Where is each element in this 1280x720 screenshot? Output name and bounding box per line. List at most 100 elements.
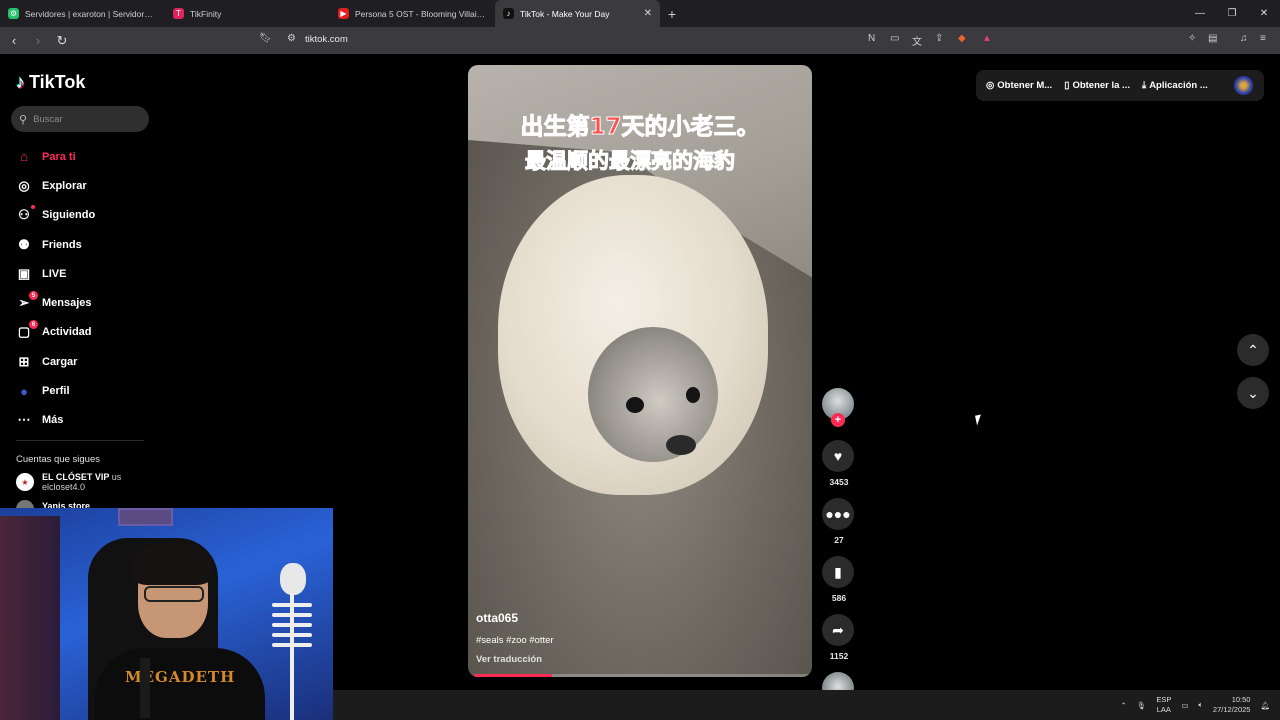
- activity-icon: ▢ 6: [16, 320, 38, 340]
- extensions-icon[interactable]: ✧: [1188, 33, 1196, 44]
- new-tab-button[interactable]: +: [660, 0, 684, 27]
- sidebar-toggle-icon[interactable]: ▤: [1208, 33, 1217, 44]
- nav-item-mas[interactable]: ⋯ Más: [16, 406, 95, 435]
- browser-tab-0[interactable]: ⚙ Servidores | exaroton | Servidores de: [0, 0, 165, 27]
- follow-plus-icon[interactable]: +: [831, 413, 845, 427]
- following-accounts-header: Cuentas que sigues: [16, 454, 100, 465]
- minimize-icon[interactable]: —: [1184, 0, 1216, 27]
- tab-label: TikTok - Make Your Day: [520, 8, 610, 19]
- nav-item-live[interactable]: ▣ LIVE: [16, 259, 95, 288]
- following-icon: ⚇: [16, 205, 35, 223]
- share-button[interactable]: ➦: [822, 614, 854, 646]
- browser-tab-2[interactable]: ▶ Persona 5 OST - Blooming Villain [Ext: [330, 0, 495, 27]
- video-hashtags[interactable]: #seals #zoo #otter: [476, 635, 554, 646]
- volume-icon[interactable]: 🔈︎: [1198, 700, 1203, 710]
- streamer-hair: [132, 543, 212, 585]
- translate-icon[interactable]: 文: [912, 33, 922, 48]
- browser-tab-3[interactable]: ♪ TikTok - Make Your Day ✕: [495, 0, 660, 27]
- no-tracking-icon[interactable]: N: [868, 33, 875, 44]
- close-window-icon[interactable]: ✕: [1248, 0, 1280, 27]
- more-icon: ⋯: [17, 412, 31, 428]
- share-icon[interactable]: ⇪: [935, 33, 943, 44]
- reload-icon[interactable]: ↻: [52, 31, 72, 51]
- share-arrow-icon: ➦: [832, 621, 844, 638]
- video-progress-bar[interactable]: [474, 674, 812, 677]
- save-button[interactable]: ▮: [822, 556, 854, 588]
- nav-item-para-ti[interactable]: ⌂ Para ti: [16, 142, 95, 171]
- tiktok-sidebar: ♪ TikTok ⚲ Buscar ⌂ Para ti ◎ Explorar ⚇…: [0, 54, 160, 514]
- back-icon[interactable]: ‹: [4, 31, 24, 51]
- next-video-button[interactable]: ⌄: [1237, 377, 1269, 409]
- seal-eye: [686, 387, 700, 403]
- upload-icon: ⊞: [18, 353, 30, 369]
- menu-icon[interactable]: ≡: [1260, 33, 1266, 44]
- comment-button[interactable]: ●●●: [822, 498, 854, 530]
- language-indicator[interactable]: ESP LAA: [1156, 695, 1171, 715]
- get-app-button[interactable]: ▯ Obtener la ...: [1064, 80, 1130, 91]
- bookmark-icon[interactable]: 🔖︎: [259, 33, 272, 44]
- user-avatar[interactable]: [1234, 76, 1253, 95]
- video-username[interactable]: otta065: [476, 611, 518, 625]
- nav-item-explorar[interactable]: ◎ Explorar: [16, 171, 95, 200]
- profile-icon: ●: [20, 383, 28, 399]
- clock[interactable]: 10:50 27/12/2025: [1213, 695, 1251, 715]
- chevron-down-icon: ⌄: [1247, 384, 1259, 401]
- search-input[interactable]: ⚲ Buscar: [11, 106, 149, 132]
- media-icon[interactable]: ♫: [1240, 33, 1248, 44]
- site-info-icon[interactable]: ⚙: [287, 33, 296, 44]
- forward-icon[interactable]: ›: [28, 31, 48, 51]
- window-controls: — ❐ ✕: [1184, 0, 1280, 27]
- nav-item-perfil[interactable]: ● Perfil: [16, 376, 95, 405]
- url-field[interactable]: tiktok.com: [305, 34, 348, 45]
- download-icon: ⤓: [1141, 80, 1147, 91]
- get-coins-label: Obtener M...: [997, 80, 1053, 91]
- nav-item-mensajes[interactable]: ➢ 5 Mensajes: [16, 288, 95, 317]
- get-coins-button[interactable]: ◎ Obtener M...: [986, 80, 1052, 91]
- wall-frame: [118, 508, 173, 526]
- nav-item-cargar[interactable]: ⊞ Cargar: [16, 347, 95, 376]
- close-tab-icon[interactable]: ✕: [644, 8, 652, 19]
- tiktok-logo[interactable]: ♪ TikTok: [16, 72, 85, 93]
- account-flag: us: [111, 472, 122, 482]
- nav-item-siguiendo[interactable]: ⚇ Siguiendo: [16, 201, 95, 230]
- restore-icon[interactable]: ❐: [1216, 0, 1248, 27]
- glasses: [144, 586, 204, 602]
- notification-icon[interactable]: 🔔︎: [1260, 701, 1270, 710]
- nav-label: Actividad: [42, 326, 92, 339]
- network-icon[interactable]: ▭: [1181, 701, 1188, 710]
- brave-rewards-icon[interactable]: ▲: [982, 33, 992, 44]
- search-icon: ⚲: [19, 113, 28, 126]
- home-icon: ⌂: [20, 149, 28, 165]
- chevron-up-icon: ⌃: [1247, 341, 1259, 358]
- comment-count: 27: [834, 535, 844, 545]
- divider: [16, 440, 144, 441]
- top-right-bar: ◎ Obtener M... ▯ Obtener la ... ⤓ Aplica…: [976, 70, 1264, 101]
- live-icon: ▣: [17, 265, 31, 281]
- browser-tab-1[interactable]: T TikFinity: [165, 0, 330, 27]
- mouse-cursor-icon: [975, 414, 983, 426]
- microphone-icon[interactable]: 🎙︎: [1137, 701, 1147, 710]
- phone-icon: ▯: [1064, 80, 1070, 91]
- previous-video-button[interactable]: ⌃: [1237, 334, 1269, 366]
- followed-account[interactable]: ★ EL CLÓSET VIP us elcloset4.0: [16, 472, 121, 492]
- seal-nose: [666, 435, 696, 455]
- webcam-overlay: MEGADETH: [0, 508, 333, 720]
- like-button[interactable]: ♥: [822, 440, 854, 472]
- desktop-app-label: Aplicación ...: [1149, 80, 1208, 91]
- cast-icon[interactable]: ▭: [890, 33, 899, 44]
- webcam-background: [0, 516, 60, 720]
- nav-item-friends[interactable]: ⚉ Friends: [16, 230, 95, 259]
- video-caption-line1: 出生第17天的小老三。: [520, 114, 760, 141]
- video-player[interactable]: 出生第17天的小老三。 最温顺的最漂亮的海豹 otta065 #seals #z…: [468, 65, 812, 677]
- chevron-up-tray-icon[interactable]: ⌃: [1120, 701, 1126, 710]
- nav-label: Para ti: [42, 150, 76, 163]
- tab-label: Persona 5 OST - Blooming Villain [Ext: [355, 8, 487, 19]
- activity-badge: 6: [29, 320, 38, 330]
- creator-avatar[interactable]: +: [822, 388, 854, 427]
- logo-text: TikTok: [29, 72, 86, 92]
- translate-link[interactable]: Ver traducción: [476, 654, 542, 665]
- nav-item-actividad[interactable]: ▢ 6 Actividad: [16, 318, 95, 347]
- desktop-app-button[interactable]: ⤓ Aplicación ...: [1142, 80, 1208, 91]
- brave-shield-icon[interactable]: ◆: [958, 33, 966, 44]
- lang-code: ESP: [1156, 695, 1172, 704]
